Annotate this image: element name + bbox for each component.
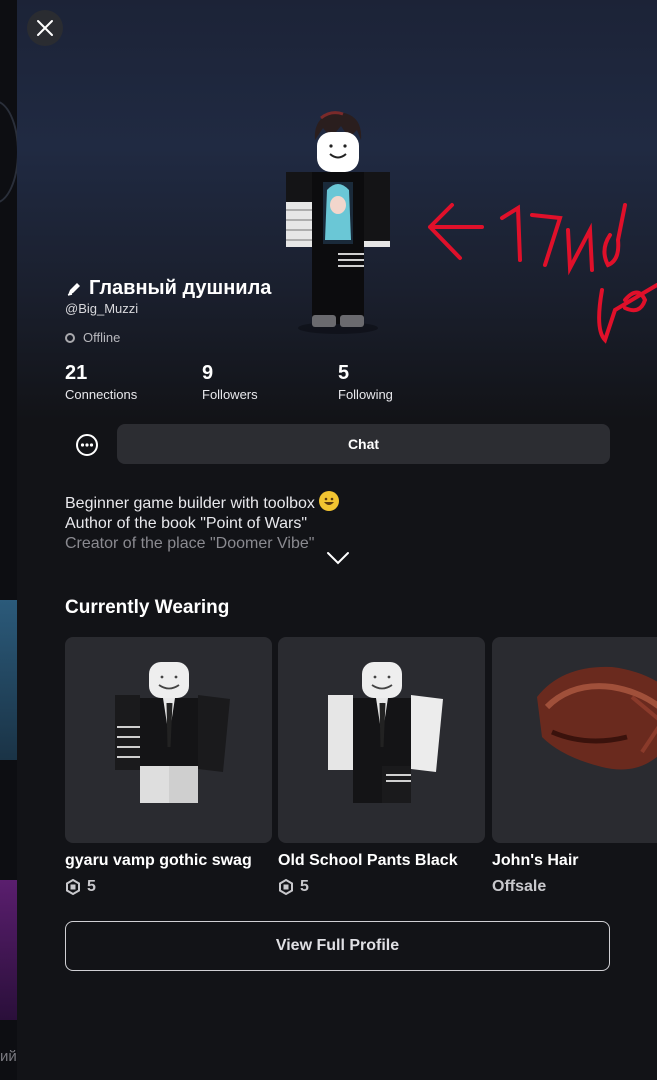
close-button[interactable] [27,10,63,46]
stat-value: 5 [338,362,350,384]
bio-line: Author of the book "Point of Wars" [65,515,307,532]
stat-label: Followers [202,387,258,402]
status-offline-icon [65,332,75,343]
item-thumbnail [278,637,485,843]
display-name: Главный душнила [89,277,272,299]
stat-connections[interactable]: 21 Connections [65,361,137,402]
currently-wearing-title: Currently Wearing [65,597,230,618]
item-name: gyaru vamp gothic swag [65,852,252,869]
background-image [0,880,17,1020]
wearing-item-card[interactable]: gyaru vamp gothic swag 5 [65,637,272,896]
robux-icon [279,879,293,895]
item-price: Offsale [492,878,657,896]
item-thumbnail [65,637,272,843]
chevron-down-icon[interactable] [326,550,350,566]
wearing-item-card[interactable]: Old School Pants Black 5 [278,637,485,896]
avatar-figure [286,111,390,334]
close-icon [37,20,53,36]
smile-emoji-icon [319,491,340,511]
item-price: 5 [278,878,485,896]
profile-bio: Beginner game builder with toolbox Autho… [65,491,610,554]
item-price: 5 [65,878,272,896]
more-icon [76,434,98,456]
robux-icon [66,879,80,895]
stat-value: 21 [65,362,88,384]
more-options-button[interactable] [72,430,102,460]
status-label: Offline [83,330,121,345]
background-shape [0,100,17,204]
chat-button[interactable]: Chat [117,424,610,464]
display-name-row: Главный душнила [65,277,271,300]
item-name: Old School Pants Black [278,852,458,869]
view-full-profile-button[interactable]: View Full Profile [65,921,610,971]
stat-label: Connections [65,387,138,402]
username: @Big_Muzzi [65,301,139,316]
handwritten-annotation [428,203,657,344]
stat-label: Following [338,387,393,402]
stat-following[interactable]: 5 Following [338,361,393,402]
pencil-icon [67,282,80,296]
item-thumbnail [492,637,657,843]
stat-followers[interactable]: 9 Followers [202,361,258,402]
presence-status: Offline [65,330,120,345]
background-strip: ий [0,0,17,1080]
background-text: ий [0,1048,17,1065]
price-value: 5 [300,878,309,895]
price-value: Offsale [492,878,547,895]
bio-line: Beginner game builder with toolbox [65,491,610,514]
background-image [0,600,17,760]
stat-value: 9 [202,362,214,384]
wearing-item-card[interactable]: John's Hair Offsale [492,637,657,896]
price-value: 5 [87,878,96,895]
bio-text: Beginner game builder with toolbox [65,495,315,512]
item-name: John's Hair [492,852,579,869]
